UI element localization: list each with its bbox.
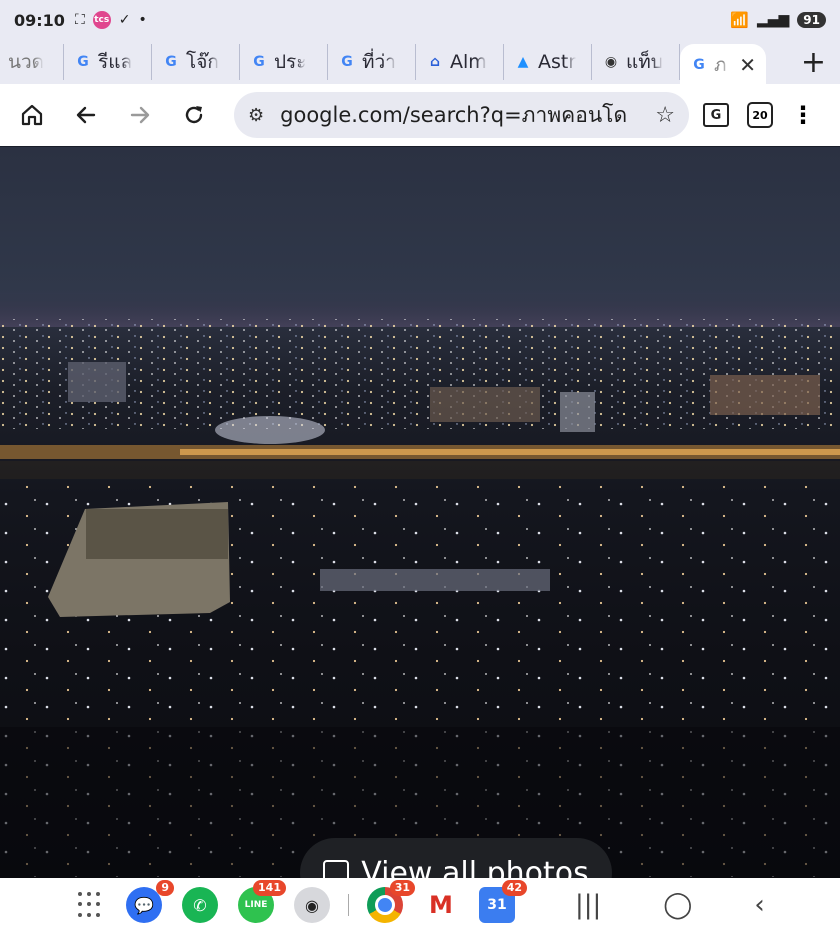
status-bar: 09:10 ⛶ tcs ✓ • 📶 ▂▄▆ 91 bbox=[0, 0, 840, 40]
tab-6[interactable]: ▲ Astr bbox=[504, 44, 592, 80]
home-nav-icon[interactable]: ◯ bbox=[663, 890, 692, 920]
site-settings-icon[interactable]: ⚙ bbox=[248, 105, 264, 126]
recent-apps-icon[interactable]: ||| bbox=[575, 890, 601, 920]
tab-0[interactable]: นวด bbox=[0, 44, 64, 80]
badge: 31 bbox=[389, 880, 415, 896]
google-icon: G bbox=[253, 54, 265, 70]
tab-active[interactable]: G ภ ✕ bbox=[680, 44, 766, 86]
wifi-icon: 📶 bbox=[730, 11, 749, 29]
google-icon: G bbox=[341, 54, 353, 70]
phone-app-icon[interactable]: ✆ bbox=[182, 887, 218, 923]
badge: 141 bbox=[253, 880, 286, 896]
tab-5[interactable]: ⌂ Alm bbox=[416, 44, 504, 80]
google-icon: G bbox=[165, 54, 177, 70]
google-icon: G bbox=[77, 54, 89, 70]
tab-strip: นวด G รีแล G โจ๊ก G ประ G ที่ว่า ⌂ Alm ▲… bbox=[0, 40, 840, 86]
tab-label: Alm bbox=[450, 51, 487, 73]
tab-3[interactable]: G ประ bbox=[240, 44, 328, 80]
tab-switcher-button[interactable]: 20 bbox=[747, 102, 773, 128]
tab-1[interactable]: G รีแล bbox=[64, 44, 152, 80]
system-nav-bar: 💬 9 ✆ LINE 141 ◉ 31 M 31 42 ||| ◯ ‹ bbox=[0, 878, 840, 932]
status-time: 09:10 bbox=[14, 10, 65, 30]
tlink-app-icon: tcs bbox=[92, 11, 111, 29]
tab-label: ประ bbox=[274, 51, 307, 73]
chrome-app-icon[interactable]: 31 bbox=[367, 880, 415, 923]
tab-label: โจ๊ก bbox=[186, 51, 219, 73]
close-tab-icon[interactable]: ✕ bbox=[739, 53, 756, 77]
badge: 42 bbox=[501, 880, 527, 896]
bookmark-star-icon[interactable]: ☆ bbox=[655, 103, 675, 128]
reload-icon[interactable] bbox=[174, 95, 214, 135]
city-night-image bbox=[0, 287, 840, 878]
tab-label: นวด bbox=[8, 51, 44, 73]
new-tab-button[interactable]: + bbox=[801, 45, 826, 80]
back-nav-icon[interactable]: ‹ bbox=[754, 890, 764, 920]
gmail-text: M bbox=[429, 891, 453, 919]
status-right: 📶 ▂▄▆ 91 bbox=[730, 11, 826, 29]
forward-icon[interactable] bbox=[120, 95, 160, 135]
home-icon[interactable] bbox=[12, 95, 52, 135]
address-bar[interactable]: ⚙ google.com/search?q=ภาพคอนโด ☆ bbox=[234, 92, 689, 138]
divider bbox=[348, 894, 349, 916]
dot-icon: • bbox=[138, 12, 147, 28]
badge: 9 bbox=[156, 880, 174, 896]
screenshot-icon: ⛶ bbox=[74, 12, 85, 28]
chrome-icon: ◉ bbox=[604, 54, 618, 70]
tab-label: Astr bbox=[538, 51, 577, 73]
gmail-app-icon[interactable]: M bbox=[423, 887, 459, 923]
google-icon: G bbox=[693, 57, 705, 73]
more-menu-icon[interactable]: ⋮ bbox=[791, 103, 815, 127]
translate-icon[interactable]: G bbox=[703, 103, 729, 127]
calendar-app-icon[interactable]: 31 42 bbox=[479, 880, 527, 923]
tab-4[interactable]: G ที่ว่า bbox=[328, 44, 416, 80]
battery-indicator: 91 bbox=[797, 12, 826, 28]
camera-app-icon[interactable]: ◉ bbox=[294, 887, 330, 923]
tab-2[interactable]: G โจ๊ก bbox=[152, 44, 240, 80]
tab-label: แท็บ bbox=[626, 51, 663, 73]
astra-icon: ▲ bbox=[517, 54, 529, 70]
calendar-text: 31 bbox=[487, 897, 507, 913]
tab-label: ภ bbox=[714, 54, 727, 76]
search-result-photo[interactable] bbox=[0, 147, 840, 878]
home-blue-icon: ⌂ bbox=[429, 54, 441, 70]
signal-icon: ▂▄▆ bbox=[756, 12, 790, 28]
toolbar-right: G 20 ⋮ bbox=[703, 102, 815, 128]
tab-label: ที่ว่า bbox=[362, 51, 396, 73]
line-app-icon[interactable]: LINE 141 bbox=[238, 880, 286, 923]
check-circle-icon: ✓ bbox=[118, 12, 131, 28]
app-drawer-icon[interactable] bbox=[78, 892, 104, 918]
tab-7[interactable]: ◉ แท็บ bbox=[592, 44, 680, 80]
messages-app-icon[interactable]: 💬 9 bbox=[126, 880, 174, 923]
browser-toolbar: ⚙ google.com/search?q=ภาพคอนโด ☆ G 20 ⋮ bbox=[0, 84, 840, 146]
url-text[interactable]: google.com/search?q=ภาพคอนโด bbox=[280, 99, 647, 132]
tab-label: รีแล bbox=[98, 51, 133, 73]
back-icon[interactable] bbox=[66, 95, 106, 135]
line-text: LINE bbox=[244, 900, 268, 910]
